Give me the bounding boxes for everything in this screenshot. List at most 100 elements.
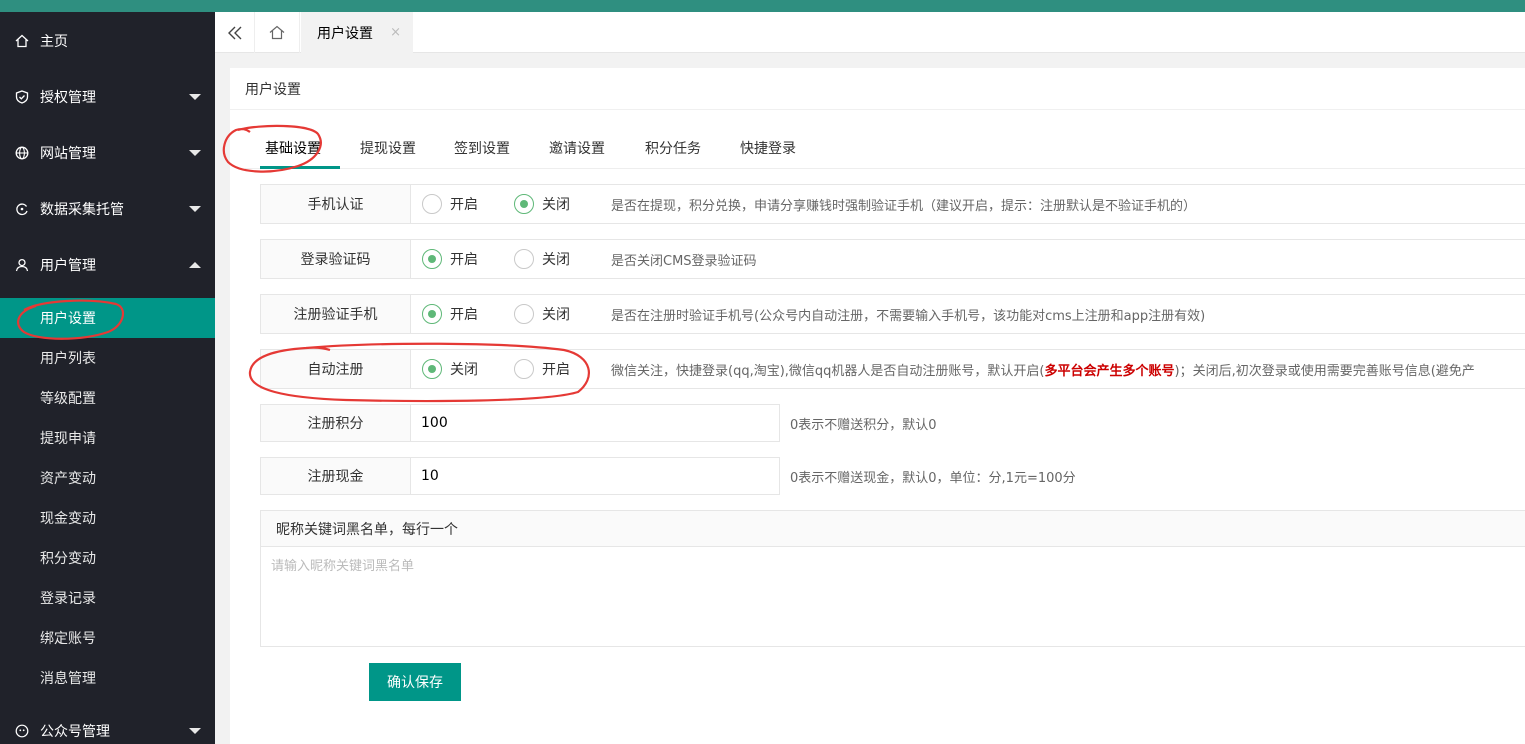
radio-label: 关闭 (542, 252, 570, 268)
radio-auto-register-on[interactable]: 开启 (514, 359, 570, 379)
globe-icon (14, 145, 30, 161)
sidebar-item-label: 网站管理 (40, 146, 96, 162)
user-icon (14, 257, 30, 273)
submenu-label: 登录记录 (40, 591, 96, 607)
radio-circle (422, 249, 442, 269)
chevron-down-icon (189, 94, 201, 100)
radio-circle (422, 304, 442, 324)
sidebar-item-label: 主页 (40, 34, 68, 50)
sidebar-top-accent (0, 0, 215, 12)
form-row-login-captcha: 登录验证码 开启 关闭 是否关闭CMS登录验证码 (260, 239, 1525, 279)
radio-label: 关闭 (542, 197, 570, 213)
field-label: 昵称关键词黑名单，每行一个 (261, 511, 1525, 547)
top-accent-bar (215, 0, 1525, 12)
radio-label: 关闭 (542, 307, 570, 323)
radio-label: 开启 (450, 307, 478, 323)
register-points-input[interactable] (410, 404, 780, 442)
radio-label: 开启 (450, 197, 478, 213)
submenu-label: 消息管理 (40, 671, 96, 687)
submenu-cash-changes[interactable]: 现金变动 (0, 498, 215, 538)
radio-auto-register-off[interactable]: 关闭 (422, 359, 478, 379)
radio-circle (514, 304, 534, 324)
help-text: 微信关注，快捷登录(qq,淘宝),微信qq机器人是否自动注册账号，默认开启( (611, 363, 1045, 379)
confirm-save-button[interactable]: 确认保存 (369, 663, 461, 701)
nickname-blacklist-textarea[interactable] (261, 547, 1525, 645)
tab-withdraw-settings[interactable]: 提现设置 (360, 126, 416, 169)
radio-phone-verification-on[interactable]: 开启 (422, 194, 478, 214)
submenu-user-list[interactable]: 用户列表 (0, 338, 215, 378)
submenu-label: 现金变动 (40, 511, 96, 527)
chevron-up-icon (189, 262, 201, 268)
radio-circle (422, 194, 442, 214)
field-help-text: 微信关注，快捷登录(qq,淘宝),微信qq机器人是否自动注册账号，默认开启(多平… (611, 350, 1475, 388)
radio-label: 开启 (450, 252, 478, 268)
submenu-asset-changes[interactable]: 资产变动 (0, 458, 215, 498)
radio-circle (422, 359, 442, 379)
submenu-login-records[interactable]: 登录记录 (0, 578, 215, 618)
sidebar-item-label: 授权管理 (40, 90, 96, 106)
sidebar-item-wechat-management[interactable]: 公众号管理 (0, 703, 215, 744)
help-text: )；关闭后,初次登录或使用需要完善账号信息(避免产 (1174, 363, 1475, 379)
collapse-sidebar-button[interactable] (215, 12, 255, 53)
radio-register-phone-off[interactable]: 关闭 (514, 304, 570, 324)
sidebar: 主页 授权管理 网站管理 数据采集托管 用户管理 用户设置 用户列表 等级配置 … (0, 0, 215, 744)
nickname-blacklist-field: 昵称关键词黑名单，每行一个 (260, 510, 1525, 647)
field-label: 登录验证码 (261, 240, 411, 278)
radio-label: 开启 (542, 362, 570, 378)
sidebar-item-label: 公众号管理 (40, 724, 110, 740)
sidebar-item-data-collection[interactable]: 数据采集托管 (0, 181, 215, 237)
form-row-phone-verification: 手机认证 开启 关闭 是否在提现，积分兑换，申请分享赚钱时强制验证手机（建议开启… (260, 184, 1525, 224)
radio-label: 关闭 (450, 362, 478, 378)
chevron-down-icon (189, 728, 201, 734)
chevron-down-icon (189, 150, 201, 156)
field-label: 手机认证 (261, 185, 411, 223)
register-cash-input[interactable] (410, 457, 780, 495)
warning-text: 多平台会产生多个账号 (1044, 363, 1175, 379)
radio-login-captcha-off[interactable]: 关闭 (514, 249, 570, 269)
settings-card: 用户设置 基础设置 提现设置 签到设置 邀请设置 积分任务 快捷登录 手机认证 … (222, 68, 1525, 744)
home-icon (269, 25, 285, 40)
tab-user-settings[interactable]: 用户设置 × (301, 12, 413, 53)
sync-icon (14, 201, 30, 217)
radio-circle (514, 249, 534, 269)
submenu-level-config[interactable]: 等级配置 (0, 378, 215, 418)
submenu-points-changes[interactable]: 积分变动 (0, 538, 215, 578)
settings-tabs: 基础设置 提现设置 签到设置 邀请设置 积分任务 快捷登录 (245, 126, 1525, 169)
submenu-user-settings[interactable]: 用户设置 (0, 298, 215, 338)
sidebar-item-home[interactable]: 主页 (0, 13, 215, 69)
field-help-text: 0表示不赠送现金，默认0，单位：分,1元=100分 (790, 470, 1076, 486)
radio-login-captcha-on[interactable]: 开启 (422, 249, 478, 269)
page-tabs-bar: 用户设置 × (215, 12, 1525, 53)
radio-phone-verification-off[interactable]: 关闭 (514, 194, 570, 214)
submenu-label: 用户列表 (40, 351, 96, 367)
submenu-label: 提现申请 (40, 431, 96, 447)
form-row-register-cash: 注册现金 0表示不赠送现金，默认0，单位：分,1元=100分 (260, 457, 1525, 495)
sidebar-item-website[interactable]: 网站管理 (0, 125, 215, 181)
field-label: 注册现金 (260, 457, 411, 495)
tab-basic-settings[interactable]: 基础设置 (265, 126, 321, 169)
submenu-withdraw-requests[interactable]: 提现申请 (0, 418, 215, 458)
close-icon[interactable]: × (390, 25, 401, 40)
shield-icon (14, 89, 30, 105)
tab-checkin-settings[interactable]: 签到设置 (454, 126, 510, 169)
sidebar-item-label: 数据采集托管 (40, 202, 124, 218)
field-help-text: 是否在注册时验证手机号(公众号内自动注册，不需要输入手机号，该功能对cms上注册… (611, 308, 1206, 324)
sidebar-item-user-management[interactable]: 用户管理 (0, 237, 215, 293)
submenu-label: 积分变动 (40, 551, 96, 567)
form-row-register-points: 注册积分 0表示不赠送积分，默认0 (260, 404, 1525, 442)
active-tab-indicator (260, 166, 340, 169)
chevron-down-icon (189, 206, 201, 212)
radio-register-phone-on[interactable]: 开启 (422, 304, 478, 324)
tab-quick-login[interactable]: 快捷登录 (740, 126, 796, 169)
card-title: 用户设置 (230, 68, 1525, 110)
double-chevron-left-icon (227, 26, 241, 39)
sidebar-item-license[interactable]: 授权管理 (0, 69, 215, 125)
field-help-text: 0表示不赠送积分，默认0 (790, 417, 937, 433)
wechat-icon (14, 723, 30, 739)
submenu-label: 资产变动 (40, 471, 96, 487)
tab-invite-settings[interactable]: 邀请设置 (549, 126, 605, 169)
tab-points-tasks[interactable]: 积分任务 (645, 126, 701, 169)
submenu-message-management[interactable]: 消息管理 (0, 658, 215, 698)
submenu-bound-accounts[interactable]: 绑定账号 (0, 618, 215, 658)
home-tab-button[interactable] (255, 12, 300, 53)
